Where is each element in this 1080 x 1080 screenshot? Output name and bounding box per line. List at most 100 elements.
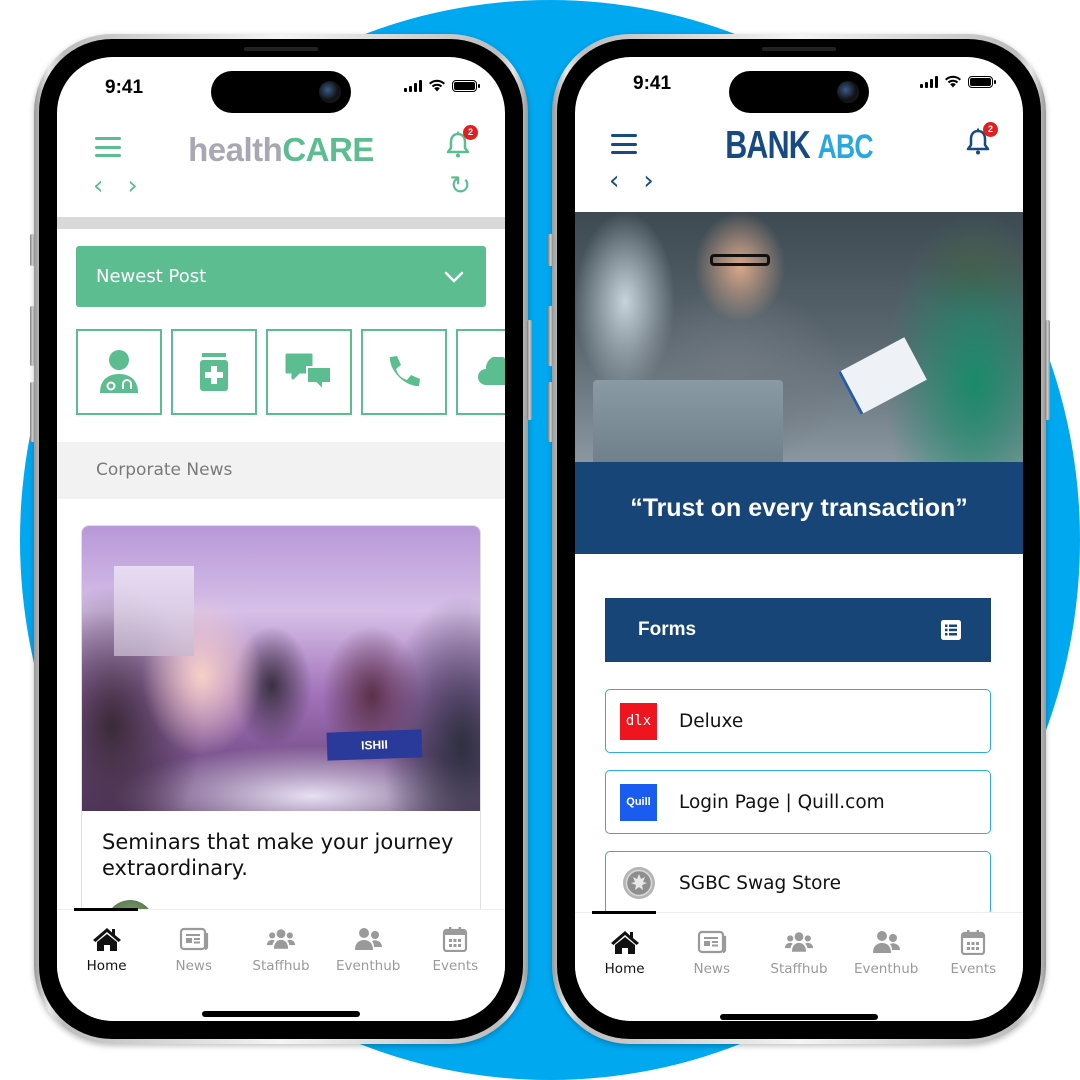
tab-news[interactable]: News [154,926,234,974]
news-card[interactable]: ISHII Seminars that make your journey ex… [81,525,481,945]
form-item-name: SGBC Swag Store [679,872,841,894]
tab-bar: Home News Staffhub Eventhub Events [57,908,505,1021]
logo-bank: BANK [725,124,811,167]
header-divider [57,217,505,229]
power-button [1045,320,1050,420]
tile-phone[interactable] [361,329,447,415]
mute-switch [548,234,553,266]
user-friends-icon [355,928,383,950]
earpiece-speaker [762,47,836,51]
status-bar: 9:41 [57,57,505,117]
home-indicator[interactable] [202,1011,360,1017]
volume-up-button [30,306,35,366]
forms-section-header[interactable]: Forms [605,598,991,662]
form-item-deluxe[interactable]: dlx Deluxe [605,689,991,753]
chat-bubbles-icon [285,353,332,391]
tab-staffhub[interactable]: Staffhub [241,926,321,974]
newest-post-dropdown[interactable]: Newest Post [76,246,486,307]
form-item-sgbc[interactable]: SGBC Swag Store [605,851,991,915]
form-item-quill[interactable]: Quill Login Page | Quill.com [605,770,991,834]
news-title: Seminars that make your journey extraord… [102,830,454,880]
tab-label: Eventhub [853,961,919,977]
tab-label: Events [432,958,479,974]
tile-cloud[interactable] [456,329,505,415]
nav-arrows: ‹ › [609,168,654,194]
dynamic-island [211,71,351,113]
hero-detail-glasses [710,254,770,266]
refresh-button[interactable]: ↻ [449,171,471,201]
status-icons [404,79,480,92]
back-button[interactable]: ‹ [93,173,103,199]
home-icon [92,928,121,951]
sgbc-seal-icon [620,865,657,902]
status-icons [920,75,996,88]
volume-down-button [30,382,35,442]
tab-label: Staffhub [252,958,310,974]
users-icon [784,932,814,952]
battery-icon [452,79,480,92]
notifications-button[interactable]: 2 [445,125,478,159]
app-header: healthCARE 2 ‹ › ↻ [57,117,505,207]
notifications-button[interactable]: 2 [965,122,998,156]
active-tab-indicator [592,911,656,914]
notification-badge: 2 [463,125,478,140]
tab-home[interactable]: Home [585,929,665,977]
app-header: BANK ABC 2 ‹ › [575,112,1023,202]
deluxe-logo-icon: dlx [620,702,657,740]
forward-button[interactable]: › [127,173,137,199]
tab-news[interactable]: News [672,929,752,977]
medicine-bottle-icon [200,353,228,391]
phone-bank: 9:41 BANK ABC 2 ‹ › “Trust on every tran… [548,34,1050,1044]
tab-home[interactable]: Home [67,926,147,974]
tile-medicine[interactable] [171,329,257,415]
tab-staffhub[interactable]: Staffhub [759,929,839,977]
home-indicator[interactable] [720,1014,878,1020]
app-logo: healthCARE [57,131,505,169]
forward-button[interactable]: › [643,168,653,194]
earpiece-speaker [244,47,318,51]
tab-eventhub[interactable]: Eventhub [328,926,408,974]
chevron-down-icon [444,271,464,283]
tab-events[interactable]: Events [415,926,495,974]
hero-detail-laptop [593,380,783,462]
forms-title: Forms [638,619,697,640]
refresh-icon: ↻ [449,171,471,201]
tile-chat[interactable] [266,329,352,415]
back-button[interactable]: ‹ [609,168,619,194]
logo-health: health [188,131,283,168]
status-bar: 9:41 [575,57,1023,117]
tab-bar: Home News Staffhub Eventhub Events [575,911,1023,1021]
newspaper-icon [179,927,208,951]
section-corporate-news: Corporate News [57,442,505,499]
power-button [527,320,532,420]
tab-label: Events [950,961,997,977]
home-icon [610,931,639,954]
cellular-signal-icon [404,79,422,92]
notification-badge: 2 [983,122,998,137]
slogan-banner: “Trust on every transaction” [575,462,1023,554]
list-alt-icon [941,620,961,640]
nav-arrows: ‹ › [93,173,138,199]
user-friends-icon [873,931,901,953]
calendar-icon [961,930,986,955]
cloud-icon [478,357,505,385]
tab-label: News [693,961,731,977]
tab-label: Eventhub [335,958,401,974]
tile-doctor[interactable] [76,329,162,415]
mute-switch [30,234,35,266]
tab-events[interactable]: Events [933,929,1013,977]
wifi-icon [945,75,961,88]
image-window [114,566,194,656]
app-logo: BANK ABC [624,124,973,168]
active-tab-indicator [74,908,138,911]
status-time: 9:41 [105,77,144,98]
camera-icon [837,81,859,103]
news-image: ISHII [82,526,480,811]
hero-image [575,212,1023,462]
doctor-icon [100,350,138,393]
tab-eventhub[interactable]: Eventhub [846,929,926,977]
cellular-signal-icon [920,75,938,88]
tab-label: News [175,958,213,974]
quick-tiles [76,329,505,415]
wifi-icon [429,79,445,92]
